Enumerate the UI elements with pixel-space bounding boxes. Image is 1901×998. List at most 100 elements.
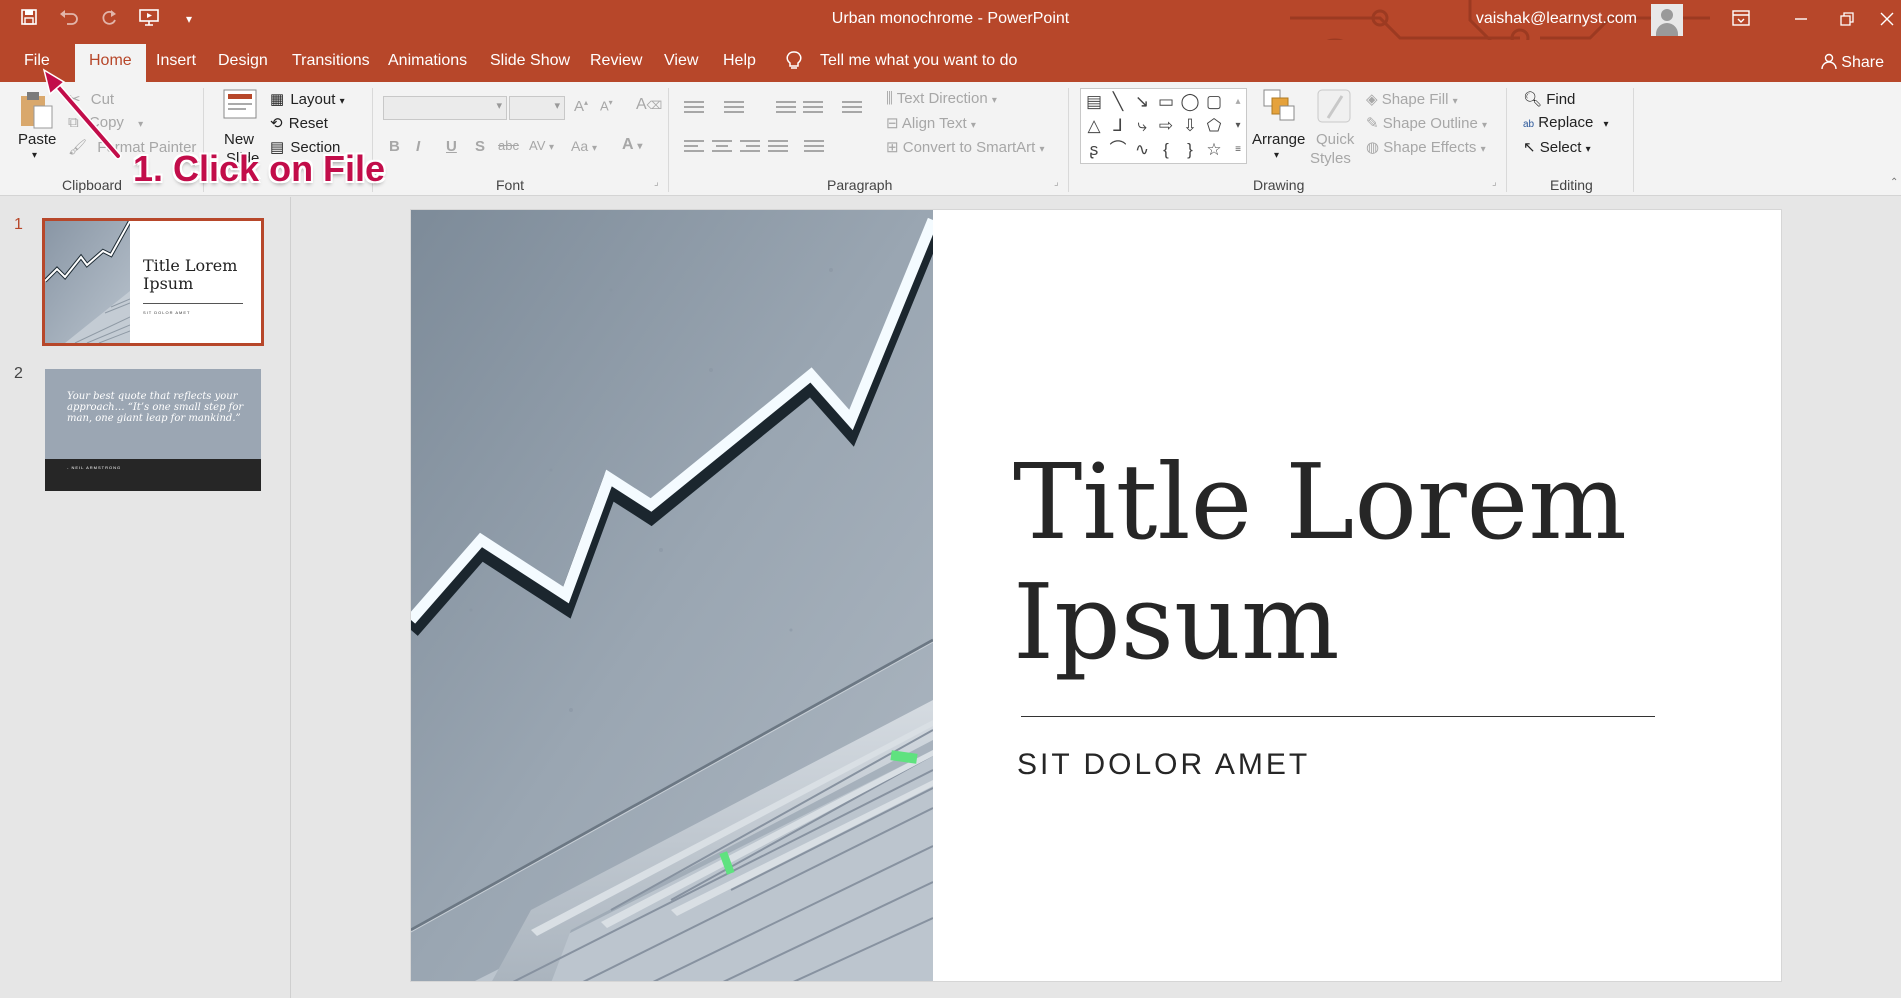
slide-number-1: 1: [14, 216, 23, 233]
new-slide-label-1: New: [224, 131, 255, 148]
text-box-shape-icon[interactable]: ▤: [1083, 91, 1105, 113]
freeform-shape-icon[interactable]: ʂ: [1083, 139, 1105, 161]
arrange-dropdown-icon[interactable]: ▾: [1274, 150, 1279, 161]
slide-thumbnail-2[interactable]: Your best quote that reflects your appro…: [45, 369, 261, 491]
shape-effects-button[interactable]: ◍ Shape Effects ▾: [1366, 138, 1486, 156]
collapse-ribbon-icon[interactable]: ⌃: [1890, 177, 1898, 188]
person-icon: [1821, 53, 1837, 70]
right-brace-shape-icon[interactable]: }: [1179, 139, 1201, 161]
signed-in-user[interactable]: vaishak@learnyst.com: [1476, 10, 1637, 28]
title-bar: ▾ Urban monochrome - PowerPoint vaishak@…: [0, 0, 1901, 82]
tab-view[interactable]: View: [664, 52, 698, 82]
font-name-combo[interactable]: [383, 96, 507, 120]
rectangle-shape-icon[interactable]: ▭: [1155, 91, 1177, 113]
title-divider: [1021, 716, 1655, 717]
shape-fill-button[interactable]: ◈ Shape Fill ▾: [1366, 90, 1458, 108]
tab-transitions[interactable]: Transitions: [292, 52, 370, 82]
star-shape-icon[interactable]: ☆: [1203, 139, 1225, 161]
shape-outline-button[interactable]: ✎ Shape Outline ▾: [1366, 114, 1487, 132]
line-shape-icon[interactable]: ╲: [1107, 91, 1129, 113]
callout-shape-icon[interactable]: ⬠: [1203, 115, 1225, 137]
share-button[interactable]: Share: [1821, 53, 1884, 72]
oval-shape-icon[interactable]: ◯: [1179, 91, 1201, 113]
shadow-button[interactable]: S: [475, 138, 485, 155]
elbow-arrow-shape-icon[interactable]: ⤷: [1131, 115, 1153, 137]
ribbon-display-options-icon[interactable]: [1727, 6, 1755, 34]
paste-dropdown-icon[interactable]: ▾: [32, 150, 37, 161]
right-arrow-shape-icon[interactable]: ⇨: [1155, 115, 1177, 137]
copy-button[interactable]: ⧉ Copy ▾: [68, 114, 143, 131]
numbering-icon[interactable]: [724, 99, 744, 115]
underline-button[interactable]: U: [446, 138, 457, 155]
select-button[interactable]: ↖ Select ▾: [1523, 138, 1591, 156]
replace-button[interactable]: ab Replace ▾: [1523, 114, 1609, 131]
clear-formatting-icon[interactable]: A⌫: [636, 96, 662, 114]
change-case-button[interactable]: Aa ▾: [571, 138, 597, 154]
paste-button[interactable]: [18, 88, 54, 134]
avatar[interactable]: [1651, 4, 1683, 36]
cut-label: Cut: [90, 91, 115, 108]
minimize-icon[interactable]: [1787, 6, 1815, 34]
tab-design[interactable]: Design: [218, 52, 268, 82]
drawing-dialog-launcher-icon[interactable]: ⌟: [1492, 177, 1497, 188]
convert-to-smartart-button[interactable]: ⊞ Convert to SmartArt ▾: [886, 138, 1045, 156]
slide-thumbnail-1[interactable]: Title Lorem Ipsum SIT DOLOR AMET: [42, 218, 264, 346]
quick-styles-button[interactable]: [1316, 88, 1354, 130]
character-spacing-button[interactable]: AV ▾: [529, 138, 554, 153]
paragraph-dialog-launcher-icon[interactable]: ⌟: [1054, 177, 1059, 188]
convert-to-smartart-label: Convert to SmartArt: [902, 139, 1036, 156]
shrink-font-icon[interactable]: A▾: [600, 98, 613, 113]
text-direction-button[interactable]: ⫼ Text Direction ▾: [886, 90, 997, 107]
align-left-icon[interactable]: [684, 138, 704, 154]
bold-button[interactable]: B: [389, 138, 400, 155]
align-right-icon[interactable]: [740, 138, 760, 154]
italic-button[interactable]: I: [416, 138, 420, 155]
triangle-shape-icon[interactable]: △: [1083, 115, 1105, 137]
bullets-icon[interactable]: [684, 99, 704, 115]
tab-file[interactable]: File: [24, 52, 50, 82]
strikethrough-button[interactable]: abc: [498, 138, 519, 153]
gallery-more-icon[interactable]: ≡: [1227, 139, 1249, 161]
arrange-button[interactable]: [1262, 88, 1298, 128]
columns-icon[interactable]: [804, 138, 824, 154]
shapes-gallery[interactable]: ▤ ╲ ↘ ▭ ◯ ▢ △ ⅃ ⤷ ⇨ ⇩ ⬠ ʂ ⌒ ∿ { } ☆ ▴ ▾ …: [1080, 88, 1247, 164]
stairs-graph-image[interactable]: [411, 210, 933, 981]
gallery-scroll-up-icon[interactable]: ▴: [1227, 91, 1249, 113]
increase-indent-icon[interactable]: [803, 99, 823, 115]
font-dialog-launcher-icon[interactable]: ⌟: [654, 177, 659, 188]
find-button[interactable]: 🔍︎ Find: [1523, 90, 1575, 108]
arrow-line-shape-icon[interactable]: ↘: [1131, 91, 1153, 113]
grow-font-icon[interactable]: A▴: [574, 98, 588, 115]
tab-insert[interactable]: Insert: [156, 52, 196, 82]
tell-me-search[interactable]: Tell me what you want to do: [820, 52, 1017, 70]
gallery-scroll-down-icon[interactable]: ▾: [1227, 115, 1249, 137]
tab-animations[interactable]: Animations: [388, 52, 467, 82]
new-slide-button[interactable]: [222, 88, 258, 126]
quick-styles-label-2: Styles: [1310, 150, 1351, 167]
layout-button[interactable]: ▦ Layout ▾: [270, 90, 345, 108]
line-spacing-icon[interactable]: [842, 99, 862, 115]
slide-subtitle[interactable]: SIT DOLOR AMET: [1017, 748, 1310, 782]
font-size-combo[interactable]: [509, 96, 565, 120]
arc-shape-icon[interactable]: ⌒: [1107, 139, 1129, 161]
cut-button[interactable]: ✂ Cut: [68, 90, 114, 108]
tab-help[interactable]: Help: [723, 52, 756, 82]
tab-home[interactable]: Home: [75, 44, 146, 82]
reset-button[interactable]: ⟲ Reset: [270, 114, 328, 132]
close-icon[interactable]: [1873, 6, 1901, 34]
align-center-icon[interactable]: [712, 138, 732, 154]
font-color-button[interactable]: A ▾: [622, 136, 642, 154]
left-brace-shape-icon[interactable]: {: [1155, 139, 1177, 161]
tab-slide-show[interactable]: Slide Show: [490, 52, 570, 82]
elbow-connector-shape-icon[interactable]: ⅃: [1107, 115, 1129, 137]
align-text-button[interactable]: ⊟ Align Text ▾: [886, 114, 976, 132]
down-arrow-shape-icon[interactable]: ⇩: [1179, 115, 1201, 137]
slide-canvas[interactable]: Title Lorem Ipsum SIT DOLOR AMET: [410, 209, 1782, 982]
tab-review[interactable]: Review: [590, 52, 642, 82]
decrease-indent-icon[interactable]: [776, 99, 796, 115]
slide-title[interactable]: Title Lorem Ipsum: [1013, 442, 1627, 682]
justify-icon[interactable]: [768, 138, 788, 154]
rounded-rectangle-shape-icon[interactable]: ▢: [1203, 91, 1225, 113]
restore-icon[interactable]: [1833, 6, 1861, 34]
curve-shape-icon[interactable]: ∿: [1131, 139, 1153, 161]
